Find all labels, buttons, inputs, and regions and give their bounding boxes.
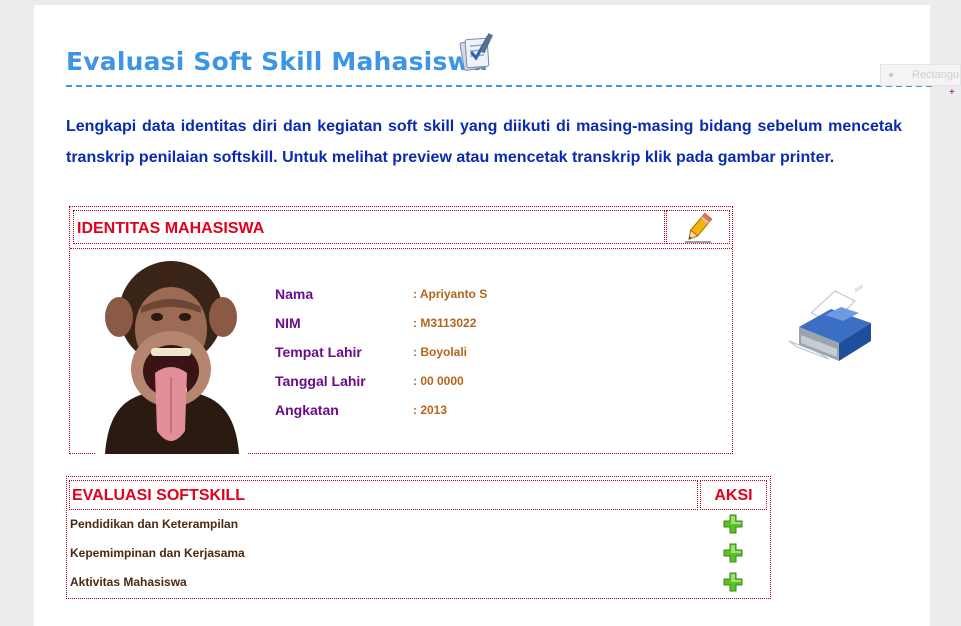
page-title: Evaluasi Soft Skill Mahasiswa <box>66 47 488 76</box>
field-label-angkatan: Angkatan <box>275 402 339 418</box>
field-label-tanggal-lahir: Tanggal Lahir <box>275 373 366 389</box>
field-value-tanggal-lahir: : 00 0000 <box>413 374 464 388</box>
add-plus-icon <box>723 514 743 534</box>
small-plus-marker: + <box>949 87 955 98</box>
action-heading: AKSI <box>714 487 753 504</box>
field-value-nim: : M3113022 <box>413 316 477 330</box>
ghost-dot-icon <box>889 73 893 77</box>
add-aktivitas-button[interactable] <box>723 572 743 592</box>
add-pendidikan-button[interactable] <box>723 514 743 534</box>
print-transcript-button[interactable] <box>785 283 879 363</box>
evaluation-header: EVALUASI SOFTSKILL <box>69 480 698 510</box>
identity-divider <box>70 248 732 249</box>
add-plus-icon <box>723 543 743 563</box>
intro-text: Lengkapi data identitas diri dan kegiata… <box>66 118 902 166</box>
pencil-edit-icon <box>685 212 713 243</box>
field-value-angkatan: : 2013 <box>413 403 448 417</box>
ghost-rectangle-element: Rectangu <box>880 64 961 86</box>
evaluation-table: EVALUASI SOFTSKILL AKSI Pendidikan dan K… <box>66 476 771 599</box>
field-label-nim: NIM <box>275 315 301 331</box>
evaluation-row-label: Pendidikan dan Keterampilan <box>70 517 239 531</box>
evaluation-row-label: Aktivitas Mahasiswa <box>70 575 187 589</box>
field-label-nama: Nama <box>275 286 314 302</box>
field-label-tempat-lahir: Tempat Lahir <box>275 344 362 360</box>
field-value-nama: : Apriyanto S <box>413 287 488 301</box>
printer-icon <box>788 283 871 361</box>
add-plus-icon <box>723 572 743 592</box>
identity-heading: IDENTITAS MAHASISWA <box>77 220 265 237</box>
student-photo <box>95 251 247 454</box>
field-value-tempat-lahir: : Boyolali <box>413 345 468 359</box>
identity-header: IDENTITAS MAHASISWA <box>73 210 665 244</box>
identity-table: IDENTITAS MAHASISWA Nama: Apriyanto S N… <box>69 206 733 454</box>
evaluation-row-label: Kepemimpinan dan Kerjasama <box>70 546 245 560</box>
ghost-label: Rectangu <box>912 69 960 81</box>
title-divider <box>66 85 932 87</box>
add-kepemimpinan-button[interactable] <box>723 543 743 563</box>
clipboard-checklist-icon <box>458 31 496 75</box>
edit-identity-button[interactable] <box>666 210 730 244</box>
evaluation-heading: EVALUASI SOFTSKILL <box>72 487 246 504</box>
action-column-header: AKSI <box>700 480 767 510</box>
